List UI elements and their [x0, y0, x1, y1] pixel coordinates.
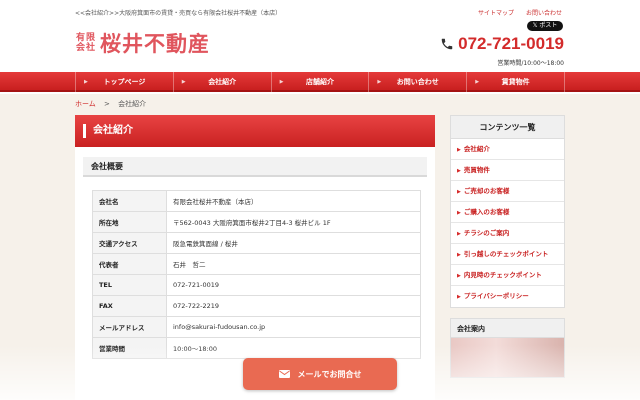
sidebar-item-privacy[interactable]: ▶ プライバシーポリシー — [451, 286, 564, 307]
table-row: FAX 072-722-2219 — [92, 295, 421, 317]
table-row: TEL 072-721-0019 — [92, 274, 421, 296]
arrow-icon: ▶ — [457, 273, 461, 279]
mail-contact-button[interactable]: メールでお問合せ — [243, 358, 397, 390]
row-key: 代表者 — [92, 253, 167, 275]
nav-item-store[interactable]: ▶ 店舗紹介 — [270, 72, 369, 92]
business-hours: 営業時間/10:00～18:00 — [497, 60, 564, 67]
row-key: メールアドレス — [92, 316, 167, 338]
arrow-icon: ▶ — [475, 79, 480, 85]
breadcrumb: ホーム > 会社紹介 — [75, 99, 146, 109]
table-row: 会社名 有限会社桜井不動産（本店） — [92, 190, 421, 212]
row-key: 所在地 — [92, 211, 167, 233]
main-nav: ▶ トップページ ▶ 会社紹介 ▶ 店舗紹介 ▶ お問い合わせ ▶ 賃貸物件 — [0, 72, 640, 92]
x-post-button[interactable]: 𝕏 ポスト — [527, 21, 563, 31]
sidebar: コンテンツ一覧 ▶ 会社紹介 ▶ 売買物件 ▶ ご売却のお客様 ▶ ご購入のお客様 ▶ チ… — [450, 115, 565, 378]
row-key: 会社名 — [92, 190, 167, 212]
sidebar-item-company[interactable]: ▶ 会社紹介 — [451, 139, 564, 160]
logo-company-name: 桜井不動産 — [100, 32, 211, 56]
sidebar-item-moving[interactable]: ▶ 引っ越しのチェックポイント — [451, 244, 564, 265]
arrow-icon: ▶ — [279, 79, 284, 85]
sidebar-item-flyers[interactable]: ▶ チラシのご案内 — [451, 223, 564, 244]
sitemap-link[interactable]: サイトマップ — [478, 8, 514, 17]
arrow-icon: ▶ — [457, 210, 461, 216]
row-value: 〒562-0043 大阪府箕面市桜井2丁目4-3 桜井ビル 1F — [166, 211, 421, 233]
row-key: FAX — [92, 295, 167, 317]
envelope-icon — [278, 370, 290, 378]
sidebar-item-viewing[interactable]: ▶ 内見時のチェックポイント — [451, 265, 564, 286]
arrow-icon: ▶ — [457, 294, 461, 300]
arrow-icon: ▶ — [84, 79, 88, 85]
sidebar-item-sellers[interactable]: ▶ ご売却のお客様 — [451, 181, 564, 202]
arrow-icon: ▶ — [181, 79, 186, 85]
row-value: 阪急電鉄箕面線 / 桜井 — [166, 232, 421, 254]
arrow-icon: ▶ — [457, 147, 461, 153]
nav-item-top[interactable]: ▶ トップページ — [75, 72, 173, 92]
arrow-icon: ▶ — [457, 231, 461, 237]
table-row: 交通アクセス 阪急電鉄箕面線 / 桜井 — [92, 232, 421, 254]
arrow-icon: ▶ — [457, 252, 461, 258]
sidebar-item-buyers[interactable]: ▶ ご購入のお客様 — [451, 202, 564, 223]
logo[interactable]: 有限 会社 桜井不動産 — [76, 28, 210, 58]
sidebar-title: コンテンツ一覧 — [450, 115, 565, 139]
nav-item-company[interactable]: ▶ 会社紹介 — [172, 72, 271, 92]
row-value: 072-721-0019 — [166, 274, 421, 296]
sidebar-list: ▶ 会社紹介 ▶ 売買物件 ▶ ご売却のお客様 ▶ ご購入のお客様 ▶ チラシのご案内 ▶… — [450, 139, 565, 308]
sidebar-item-sale[interactable]: ▶ 売買物件 — [451, 160, 564, 181]
row-key: 交通アクセス — [92, 232, 167, 254]
arrow-icon: ▶ — [377, 79, 382, 85]
nav-item-rental[interactable]: ▶ 賃貸物件 — [466, 72, 565, 92]
breadcrumb-home[interactable]: ホーム — [75, 100, 96, 108]
table-row: メールアドレス info@sakurai-fudousan.co.jp — [92, 316, 421, 338]
breadcrumb-separator: > — [104, 100, 110, 108]
row-value: 石井 哲二 — [166, 253, 421, 275]
logo-company-type: 有限 会社 — [76, 33, 97, 53]
top-links: サイトマップ お問い合わせ — [478, 8, 562, 17]
row-value: 有限会社桜井不動産（本店） — [166, 190, 421, 212]
table-row: 所在地 〒562-0043 大阪府箕面市桜井2丁目4-3 桜井ビル 1F — [92, 211, 421, 233]
contact-link[interactable]: お問い合わせ — [526, 8, 562, 17]
arrow-icon: ▶ — [457, 168, 461, 174]
email-value[interactable]: info@sakurai-fudousan.co.jp — [166, 316, 421, 338]
header: <<会社紹介>>大阪府箕面市の賃貸・売買なら有限会社桜井不動産（本店） サイトマ… — [0, 0, 640, 70]
row-value: 072-722-2219 — [166, 295, 421, 317]
row-key: TEL — [92, 274, 167, 296]
section-title: 会社概要 — [83, 157, 427, 177]
company-info-table: 会社名 有限会社桜井不動産（本店） 所在地 〒562-0043 大阪府箕面市桜井2丁… — [92, 190, 421, 359]
phone-number[interactable]: 072-721-0019 — [440, 34, 564, 54]
nav-item-contact[interactable]: ▶ お問い合わせ — [368, 72, 466, 92]
company-guide-title: 会社案内 — [450, 318, 565, 338]
table-row: 代表者 石井 哲二 — [92, 253, 421, 275]
page-title: 会社紹介 — [75, 115, 435, 147]
arrow-icon: ▶ — [457, 189, 461, 195]
breadcrumb-current: 会社紹介 — [118, 100, 147, 108]
tagline: <<会社紹介>>大阪府箕面市の賃貸・売買なら有限会社桜井不動産（本店） — [75, 10, 282, 17]
phone-icon — [441, 38, 453, 50]
